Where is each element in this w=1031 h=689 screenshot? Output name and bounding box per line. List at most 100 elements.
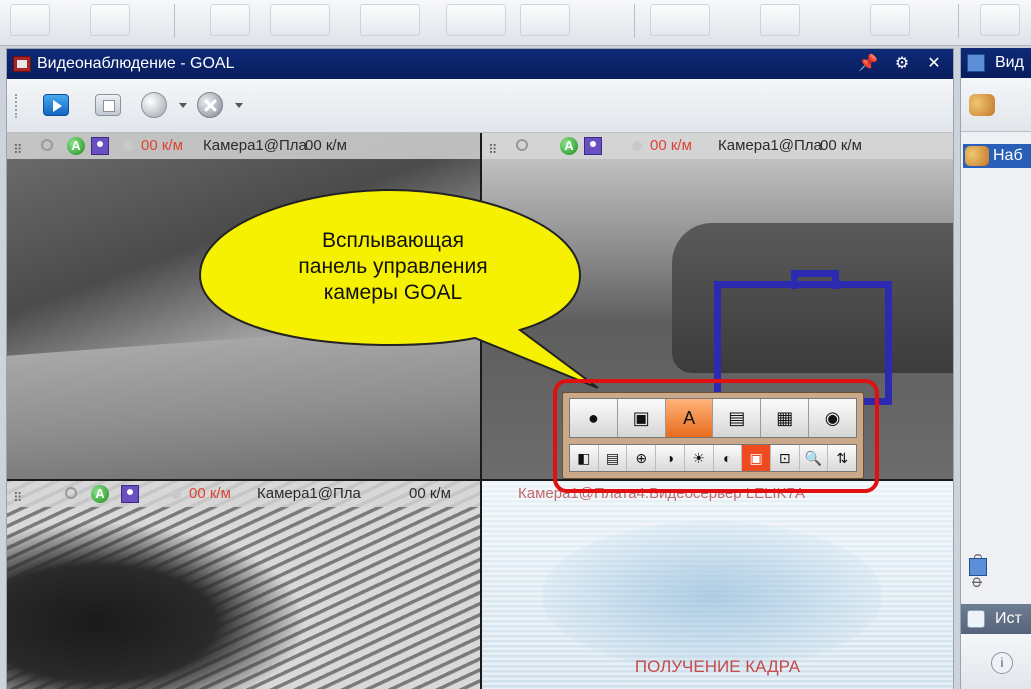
camera-cell-header: ⠿ A 00 к/м Камера1@Пла 00 к/м [7, 133, 480, 159]
disarm-dropdown-arrow[interactable] [235, 103, 243, 108]
record-dropdown-arrow[interactable] [179, 103, 187, 108]
drag-grip-icon[interactable]: ⠿ [488, 137, 498, 163]
settings-gear-icon[interactable]: ⚙ [891, 49, 913, 79]
control-button-secondary[interactable]: ⊕ [627, 445, 657, 471]
control-button-secondary[interactable]: ⊡ [771, 445, 800, 471]
control-button-secondary[interactable]: ☀ [685, 445, 714, 471]
control-button-primary[interactable]: ▣ [618, 399, 666, 437]
fps-right: 00 к/м [409, 485, 451, 502]
control-button-primary[interactable]: A [665, 399, 714, 437]
right-panel-title: Вид [961, 48, 1031, 78]
camera-control-panel: ● ▣ A ▤ ▦ ◉ ◧ ▤ ⊕ ◑ ☀ ◐ ▣ ⊡ 🔍 ⇅ [562, 392, 864, 479]
right-panel-toolbar [961, 78, 1031, 132]
fps-right: 00 к/м [305, 137, 347, 154]
toolbar-grip[interactable] [15, 94, 18, 118]
toolbar-button[interactable] [360, 4, 420, 36]
toolbar-button[interactable] [90, 4, 130, 36]
control-button-primary[interactable]: ● [570, 399, 618, 437]
callout-line: камеры GOAL [323, 281, 463, 304]
tree-item-label: Наб [993, 147, 1023, 164]
photo-icon[interactable] [969, 558, 987, 576]
zoom-icon[interactable] [65, 487, 77, 499]
fps-left: 00 к/м [141, 137, 183, 154]
disarm-button[interactable] [195, 91, 225, 119]
camera-name: Камера1@Пла [203, 137, 307, 154]
zoom-icon[interactable] [516, 139, 528, 151]
auto-mode-icon[interactable]: A [91, 485, 109, 503]
camera-cell-header: ⠿ A 00 к/м Камера1@Пла 00 к/м [7, 481, 480, 507]
control-button-secondary[interactable]: ▣ [742, 445, 771, 471]
history-panel-title: Ист [961, 604, 1031, 634]
record-icon [141, 92, 167, 118]
history-title-text: Ист [995, 610, 1022, 627]
view-icon [967, 54, 985, 72]
fps-right: 00 к/м [820, 137, 862, 154]
camera-cell-1[interactable]: ⠿ A 00 к/м Камера1@Пла 00 к/м [7, 133, 480, 479]
camera-cell-header: ⠿ A 00 к/м Камера1@Пла 00 к/м [482, 133, 953, 159]
camera-name: Камера1@Пла [257, 485, 361, 502]
control-button-secondary[interactable]: ▤ [599, 445, 628, 471]
history-toolbar: i [961, 634, 1031, 689]
auto-mode-icon[interactable]: A [560, 137, 578, 155]
main-toolbar [0, 0, 1031, 46]
toolbar-button[interactable] [10, 4, 50, 36]
control-button-primary[interactable]: ▤ [713, 399, 762, 437]
person-icon[interactable] [584, 137, 602, 155]
video-panel: Видеонаблюдение - GOAL 📌 ⚙ ✕ ⠿ A 00 к/м … [6, 48, 954, 689]
drag-grip-icon[interactable]: ⠿ [13, 485, 23, 511]
toolbar-button[interactable] [760, 4, 800, 36]
toolbar-button[interactable] [870, 4, 910, 36]
users-icon[interactable] [969, 94, 995, 116]
camera-cell-4[interactable]: Камера1@Плата4.Видеосервер LELIK7A ПОЛУЧ… [482, 481, 953, 689]
callout-line: панель управления [298, 255, 488, 278]
toolbar-button[interactable] [446, 4, 506, 36]
stop-button[interactable] [93, 91, 123, 119]
zoom-icon[interactable] [41, 139, 53, 151]
person-icon[interactable] [121, 485, 139, 503]
person-icon[interactable] [91, 137, 109, 155]
camera-frame [7, 521, 307, 689]
photo-tab-label[interactable]: Фото [969, 508, 989, 588]
panel-title-bar: Видеонаблюдение - GOAL 📌 ⚙ ✕ [7, 49, 953, 79]
control-button-primary[interactable]: ◉ [809, 399, 856, 437]
stop-icon [95, 94, 121, 116]
control-button-secondary[interactable]: ◧ [570, 445, 599, 471]
cancel-icon [197, 92, 223, 118]
drag-grip-icon[interactable]: ⠿ [13, 137, 23, 163]
control-button-secondary[interactable]: ⇅ [828, 445, 856, 471]
fps-left: 00 к/м [650, 137, 692, 154]
history-icon [967, 610, 985, 628]
control-row-secondary: ◧ ▤ ⊕ ◑ ☀ ◐ ▣ ⊡ 🔍 ⇅ [569, 444, 857, 472]
control-button-secondary[interactable]: ◐ [714, 445, 743, 471]
record-status-icon [171, 489, 181, 499]
toolbar-button[interactable] [980, 4, 1020, 36]
auto-mode-icon[interactable]: A [67, 137, 85, 155]
right-panel-title-text: Вид [995, 54, 1024, 71]
record-status-icon [632, 141, 642, 151]
camera-frame [7, 320, 480, 479]
app-window: Видеонаблюдение - GOAL 📌 ⚙ ✕ ⠿ A 00 к/м … [0, 0, 1031, 689]
control-button-secondary[interactable]: ◑ [656, 445, 685, 471]
panel-title: Видеонаблюдение - GOAL [37, 55, 235, 72]
play-button[interactable] [41, 91, 71, 119]
toolbar-button[interactable] [270, 4, 330, 36]
control-button-secondary[interactable]: 🔍 [800, 445, 829, 471]
play-icon [43, 94, 69, 116]
fps-left: 00 к/м [189, 485, 231, 502]
panel-toolbar [7, 79, 953, 133]
frame-status: ПОЛУЧЕНИЕ КАДРА [634, 657, 801, 676]
tree-item-observation[interactable]: Наб [963, 144, 1031, 168]
close-icon[interactable]: ✕ [923, 49, 945, 79]
callout-line: Всплывающая [322, 229, 464, 252]
info-icon[interactable]: i [991, 652, 1013, 674]
callout-text: Всплывающая панель управления камеры GOA… [248, 228, 538, 306]
record-button[interactable] [139, 91, 169, 119]
camera-window-icon [13, 56, 31, 72]
toolbar-button[interactable] [650, 4, 710, 36]
right-dock-panel: Вид Наб Фото Ист i [960, 48, 1031, 689]
control-button-primary[interactable]: ▦ [761, 399, 810, 437]
toolbar-button[interactable] [520, 4, 570, 36]
pin-icon[interactable]: 📌 [857, 49, 879, 79]
camera-cell-3[interactable]: ⠿ A 00 к/м Камера1@Пла 00 к/м [7, 481, 480, 689]
toolbar-button[interactable] [210, 4, 250, 36]
